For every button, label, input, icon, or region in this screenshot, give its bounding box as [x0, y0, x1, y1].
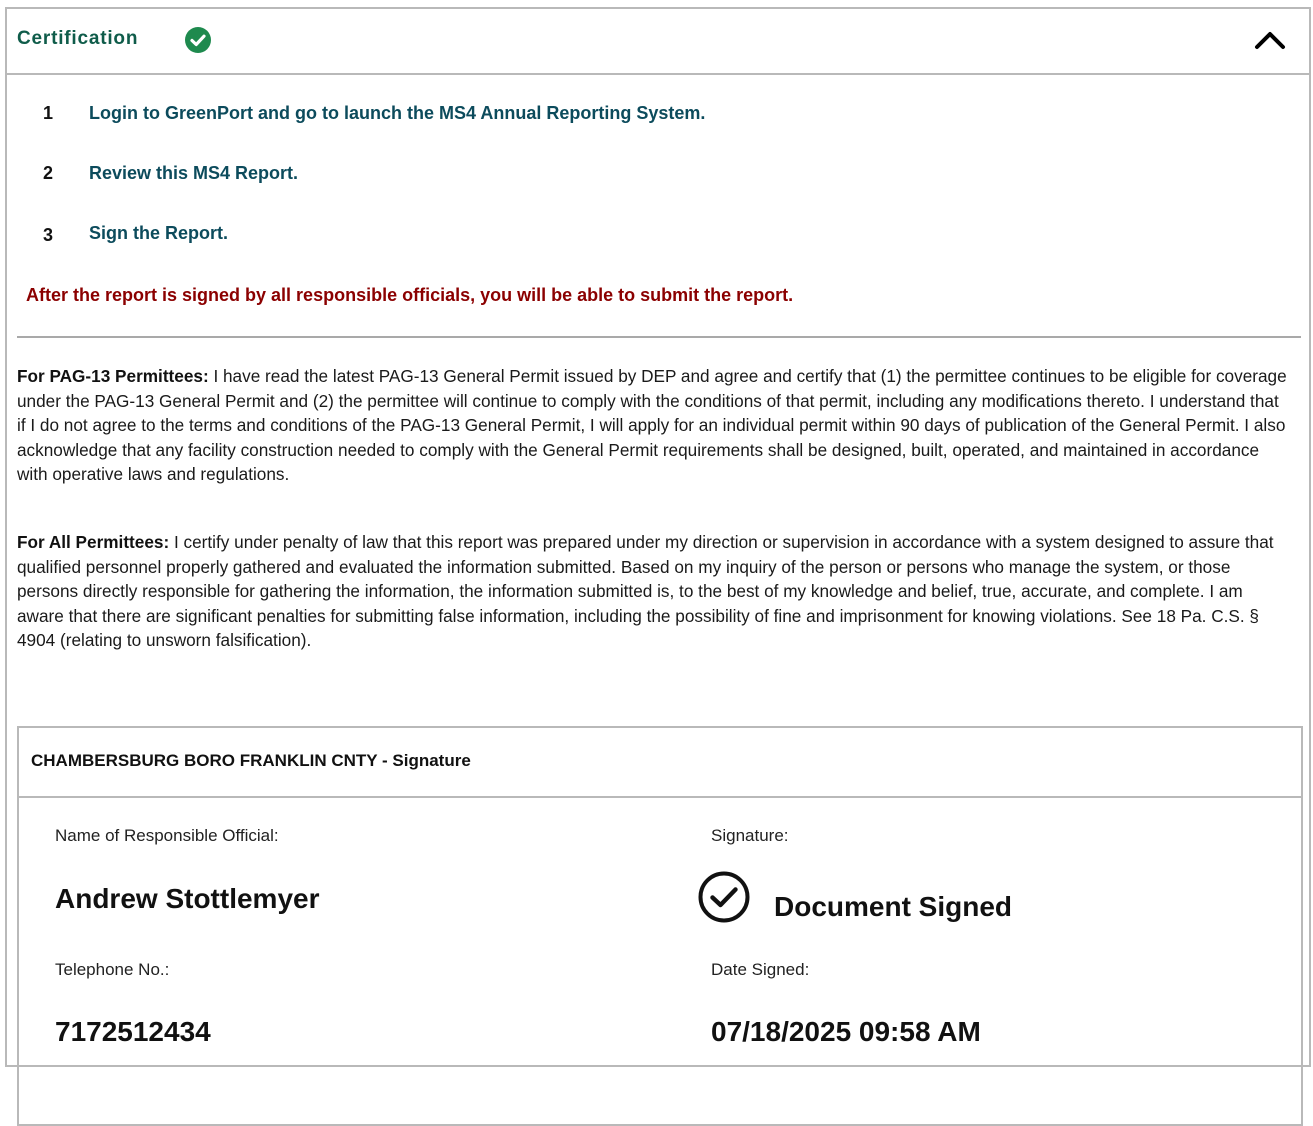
date-signed-label: Date Signed: [711, 960, 810, 979]
certification-all: For All Permittees: I certify under pena… [17, 530, 1287, 653]
chevron-up-icon[interactable] [1253, 27, 1287, 53]
check-circle-icon [185, 27, 211, 53]
phone-label: Telephone No.: [55, 960, 170, 979]
phone-value: 7172512434 [55, 1016, 211, 1047]
step-number: 2 [43, 163, 54, 183]
divider [17, 336, 1301, 338]
step-link-sign[interactable]: Sign the Report. [89, 223, 228, 244]
check-circle-outline-icon [697, 870, 751, 924]
panel-header[interactable]: Certification [7, 9, 1309, 75]
signature-label: Signature: [711, 826, 789, 845]
signature-card-header: CHAMBERSBURG BORO FRANKLIN CNTY - Signat… [19, 728, 1301, 798]
official-name-label: Name of Responsible Official: [55, 826, 279, 845]
date-signed-value: 07/18/2025 09:58 AM [711, 1016, 981, 1047]
official-name-value: Andrew Stottlemyer [55, 883, 320, 914]
submit-warning: After the report is signed by all respon… [26, 285, 794, 305]
signature-card: CHAMBERSBURG BORO FRANKLIN CNTY - Signat… [17, 726, 1303, 1126]
step-link-login[interactable]: Login to GreenPort and go to launch the … [89, 103, 705, 124]
step-link-review[interactable]: Review this MS4 Report. [89, 163, 298, 184]
certification-heading: For PAG-13 Permittees: [17, 366, 209, 386]
certification-panel: Certification 1 Login to GreenPort and g… [5, 7, 1311, 1126]
certification-pag13: For PAG-13 Permittees: I have read the l… [17, 364, 1287, 487]
signature-status: Document Signed [774, 891, 1013, 922]
step-number: 3 [43, 225, 54, 245]
signature-card-title: CHAMBERSBURG BORO FRANKLIN CNTY - Signat… [31, 751, 471, 770]
panel-title: Certification [17, 28, 139, 49]
certification-heading: For All Permittees: [17, 532, 170, 552]
certification-body: I certify under penalty of law that this… [17, 532, 1274, 651]
step-number: 1 [43, 103, 54, 123]
